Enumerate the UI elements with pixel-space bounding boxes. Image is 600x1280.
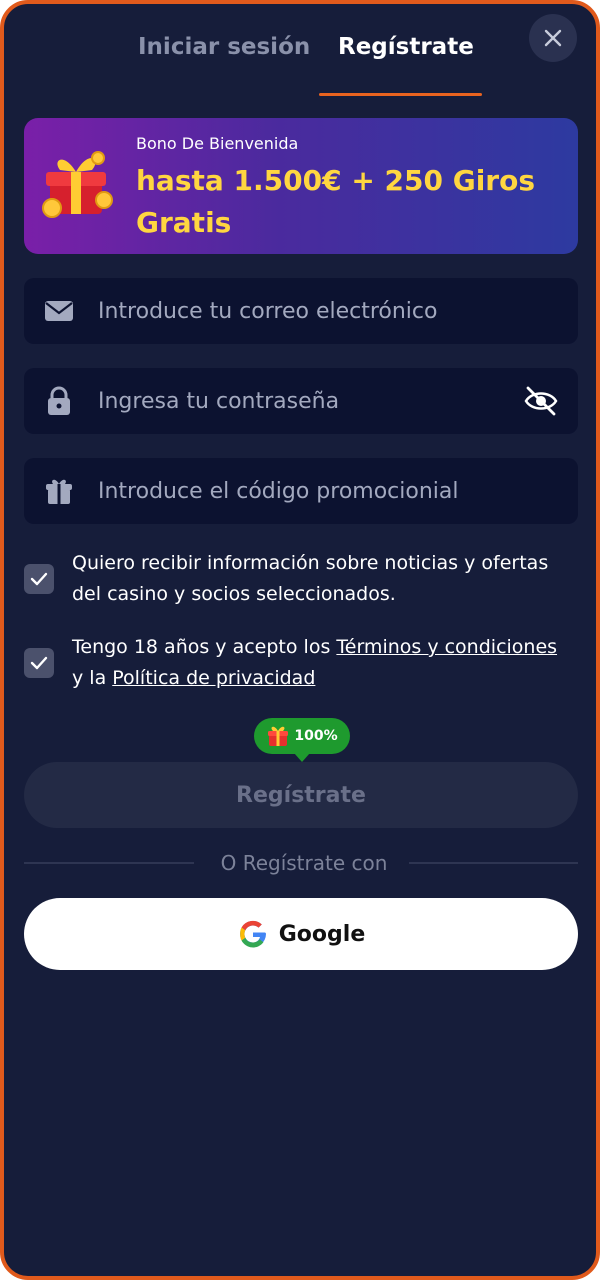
lock-icon — [48, 386, 70, 415]
and-text: y la — [72, 667, 113, 689]
bonus-subtitle: Bono De Bienvenida — [136, 134, 299, 153]
promo-code-field[interactable] — [24, 458, 578, 524]
auth-tabs: Iniciar sesión Regístrate — [4, 4, 596, 100]
envelope-icon — [45, 301, 73, 321]
registration-modal: Iniciar sesión Regístrate Bono De Bienve… — [0, 0, 600, 1280]
email-field[interactable] — [24, 278, 578, 344]
gift-icon — [268, 726, 289, 746]
close-button[interactable] — [529, 14, 577, 62]
terms-link[interactable]: Términos y condiciones — [336, 636, 557, 658]
bonus-title: hasta 1.500€ + 250 Giros Gratis — [136, 164, 536, 239]
checkmark-icon — [30, 572, 48, 586]
active-tab-indicator — [319, 93, 482, 96]
newsletter-label: Quiero recibir información sobre noticia… — [72, 552, 549, 605]
newsletter-checkbox[interactable] — [24, 564, 54, 594]
gift-icon — [46, 479, 72, 504]
google-icon — [239, 920, 266, 948]
privacy-link[interactable]: Política de privacidad — [112, 667, 315, 689]
terms-checkbox[interactable] — [24, 648, 54, 678]
checkmark-icon — [30, 656, 48, 670]
terms-label: Tengo 18 años y acepto los Términos y co… — [72, 632, 572, 694]
google-label: Google — [278, 921, 366, 947]
promo-code-input[interactable] — [98, 458, 518, 524]
email-input[interactable] — [98, 278, 518, 344]
bonus-badge: 100% — [254, 718, 350, 762]
close-icon — [544, 29, 562, 47]
age-text: Tengo 18 años y acepto los — [72, 636, 337, 658]
eye-off-icon[interactable] — [522, 382, 560, 420]
google-signup-button[interactable]: Google — [24, 898, 578, 970]
tab-register[interactable]: Regístrate — [338, 34, 474, 60]
bonus-percent: 100% — [294, 728, 338, 744]
gift-coins-icon — [42, 151, 113, 218]
register-button[interactable]: Regístrate — [24, 762, 578, 828]
password-input[interactable] — [98, 368, 518, 434]
tab-login[interactable]: Iniciar sesión — [138, 34, 310, 60]
divider-text: O Regístrate con — [220, 851, 388, 875]
password-field[interactable] — [24, 368, 578, 434]
welcome-bonus-banner[interactable]: Bono De Bienvenida hasta 1.500€ + 250 Gi… — [24, 118, 578, 254]
